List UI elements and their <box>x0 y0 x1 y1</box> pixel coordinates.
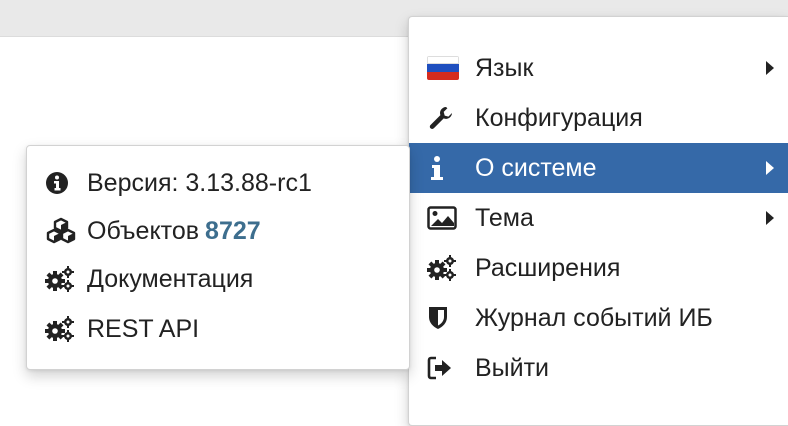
wrench-icon <box>427 104 463 132</box>
documentation-item[interactable]: Документация <box>27 254 409 304</box>
cogs-icon <box>45 315 77 343</box>
rest-api-item[interactable]: REST API <box>27 304 409 354</box>
version-item: Версия: 3.13.88-rc1 <box>27 158 409 208</box>
menu-item-configuration-label: Конфигурация <box>475 103 643 132</box>
menu-item-about[interactable]: О системе <box>409 143 788 193</box>
menu-item-language-label: Язык <box>475 53 534 82</box>
chevron-right-icon <box>766 61 774 75</box>
objects-count: 8727 <box>205 216 261 245</box>
menu-item-logout-label: Выйти <box>475 353 550 382</box>
chevron-right-icon <box>766 211 774 225</box>
about-submenu: Версия: 3.13.88-rc1 Объектов 8727 Докуме… <box>26 145 410 370</box>
menu-item-theme-label: Тема <box>475 203 534 232</box>
menu-item-extensions[interactable]: Расширения <box>409 243 788 293</box>
cubes-icon <box>45 217 77 245</box>
menu-item-configuration[interactable]: Конфигурация <box>409 93 788 143</box>
info-icon <box>427 154 463 182</box>
image-icon <box>427 204 463 232</box>
chevron-right-icon <box>766 161 774 175</box>
cogs-icon <box>427 254 463 282</box>
info-circle-icon <box>45 169 77 197</box>
objects-label: Объектов <box>87 216 200 245</box>
menu-item-about-label: О системе <box>475 153 597 182</box>
user-dropdown-menu: Язык Конфигурация О системе Тема Расшире… <box>408 16 788 426</box>
rest-api-label: REST API <box>87 314 200 343</box>
shield-icon <box>427 304 463 332</box>
documentation-label: Документация <box>87 264 254 293</box>
menu-item-security-log[interactable]: Журнал событий ИБ <box>409 293 788 343</box>
menu-item-theme[interactable]: Тема <box>409 193 788 243</box>
menu-item-extensions-label: Расширения <box>475 253 621 282</box>
objects-item: Объектов 8727 <box>27 206 409 256</box>
menu-item-security-log-label: Журнал событий ИБ <box>475 303 713 332</box>
sign-out-icon <box>427 354 463 382</box>
version-label: Версия: 3.13.88-rc1 <box>87 168 312 197</box>
menu-item-language[interactable]: Язык <box>409 43 788 93</box>
flag-ru-icon <box>427 54 463 82</box>
cogs-icon <box>45 265 77 293</box>
menu-item-logout[interactable]: Выйти <box>409 343 788 393</box>
